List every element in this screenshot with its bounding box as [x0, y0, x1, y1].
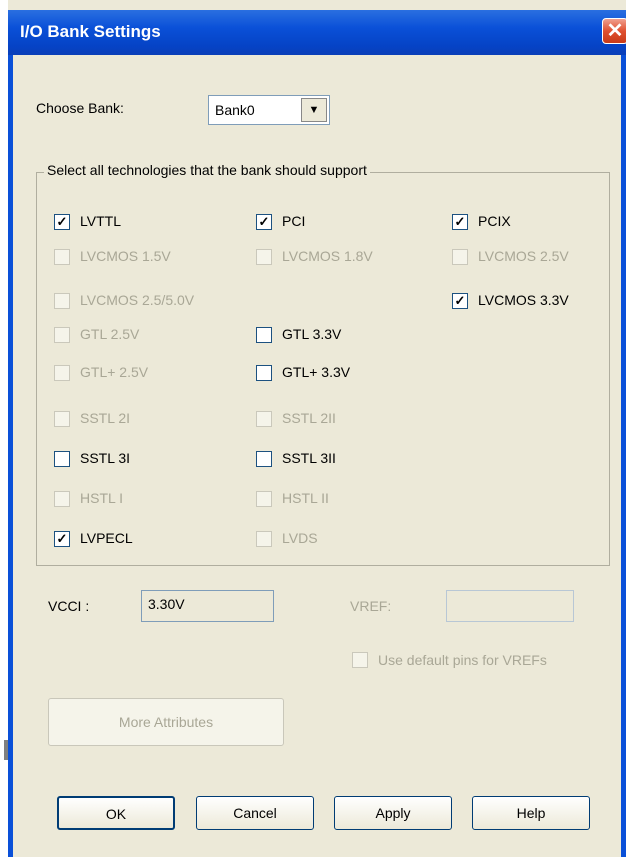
apply-label: Apply — [375, 805, 411, 821]
window-frame-right — [621, 55, 626, 857]
checkbox-lvcmos-2-5-5-0v[interactable] — [54, 293, 70, 309]
background-strip — [0, 0, 8, 857]
label-gtl-3-3v: GTL 3.3V — [282, 326, 342, 342]
label-lvcmos-1-5v: LVCMOS 1.5V — [80, 248, 171, 264]
checkbox-lvcmos-1-5v[interactable] — [54, 249, 70, 265]
label-hstl-ii: HSTL II — [282, 490, 329, 506]
vref-label: VREF: — [350, 598, 392, 614]
checkbox-lvcmos-2-5v[interactable] — [452, 249, 468, 265]
checkbox-gtl-3-3v[interactable] — [256, 365, 272, 381]
label-pcix: PCIX — [478, 213, 511, 229]
apply-button[interactable]: Apply — [334, 796, 452, 830]
title-bar[interactable]: I/O Bank Settings ✕ — [8, 10, 626, 55]
technologies-group-title: Select all technologies that the bank sh… — [44, 162, 370, 178]
dialog-window: I/O Bank Settings ✕ Choose Bank: Bank0 ▼… — [0, 0, 626, 857]
checkbox-lvpecl[interactable]: ✓ — [54, 531, 70, 547]
vcci-field[interactable]: 3.30V — [141, 590, 274, 622]
checkbox-pcix[interactable]: ✓ — [452, 214, 468, 230]
checkbox-gtl-2-5v[interactable] — [54, 365, 70, 381]
checkbox-sstl-3ii[interactable] — [256, 451, 272, 467]
label-lvds: LVDS — [282, 530, 318, 546]
bank-select[interactable]: Bank0 ▼ — [208, 95, 330, 125]
checkbox-pci[interactable]: ✓ — [256, 214, 272, 230]
label-lvcmos-2-5v: LVCMOS 2.5V — [478, 248, 569, 264]
ok-button[interactable]: OK — [57, 796, 175, 830]
checkbox-lvttl[interactable]: ✓ — [54, 214, 70, 230]
checkbox-hstl-i[interactable] — [54, 491, 70, 507]
checkbox-lvcmos-1-8v[interactable] — [256, 249, 272, 265]
label-gtl-2-5v: GTL 2.5V — [80, 326, 140, 342]
label-sstl-2ii: SSTL 2II — [282, 410, 336, 426]
close-icon: ✕ — [606, 20, 624, 42]
ok-label: OK — [105, 806, 127, 822]
checkbox-sstl-2ii[interactable] — [256, 411, 272, 427]
choose-bank-label: Choose Bank: — [36, 100, 124, 116]
label-hstl-i: HSTL I — [80, 490, 124, 506]
vcci-label: VCCI : — [48, 598, 90, 614]
label-sstl-3i: SSTL 3I — [80, 450, 131, 466]
more-attributes-button[interactable]: More Attributes — [48, 698, 284, 746]
label-pci: PCI — [282, 213, 306, 229]
checkbox-sstl-2i[interactable] — [54, 411, 70, 427]
vcci-value: 3.30V — [148, 596, 185, 612]
cancel-label: Cancel — [233, 805, 277, 821]
bank-select-value: Bank0 — [215, 102, 255, 118]
help-label: Help — [516, 805, 546, 821]
label-sstl-3ii: SSTL 3II — [282, 450, 336, 466]
checkbox-sstl-3i[interactable] — [54, 451, 70, 467]
label-lvcmos-1-8v: LVCMOS 1.8V — [282, 248, 373, 264]
label-sstl-2i: SSTL 2I — [80, 410, 131, 426]
checkbox-gtl-3-3v[interactable] — [256, 327, 272, 343]
dialog-title: I/O Bank Settings — [20, 22, 161, 41]
close-button[interactable]: ✕ — [602, 18, 626, 44]
label-lvttl: LVTTL — [80, 213, 121, 229]
vref-field[interactable] — [446, 590, 574, 622]
checkbox-lvds[interactable] — [256, 531, 272, 547]
chevron-down-icon[interactable]: ▼ — [301, 98, 327, 122]
checkbox-gtl-2-5v[interactable] — [54, 327, 70, 343]
label-lvpecl: LVPECL — [80, 530, 133, 546]
checkbox-lvcmos-3-3v[interactable]: ✓ — [452, 293, 468, 309]
label-gtl-3-3v: GTL+ 3.3V — [282, 364, 351, 380]
cancel-button[interactable]: Cancel — [196, 796, 314, 830]
label-lvcmos-2-5-5-0v: LVCMOS 2.5/5.0V — [80, 292, 195, 308]
label-gtl-2-5v: GTL+ 2.5V — [80, 364, 149, 380]
label-lvcmos-3-3v: LVCMOS 3.3V — [478, 292, 569, 308]
more-attributes-label: More Attributes — [118, 714, 214, 730]
help-button[interactable]: Help — [472, 796, 590, 830]
default-pins-checkbox[interactable] — [352, 652, 368, 668]
checkbox-hstl-ii[interactable] — [256, 491, 272, 507]
default-pins-label: Use default pins for VREFs — [378, 652, 547, 668]
